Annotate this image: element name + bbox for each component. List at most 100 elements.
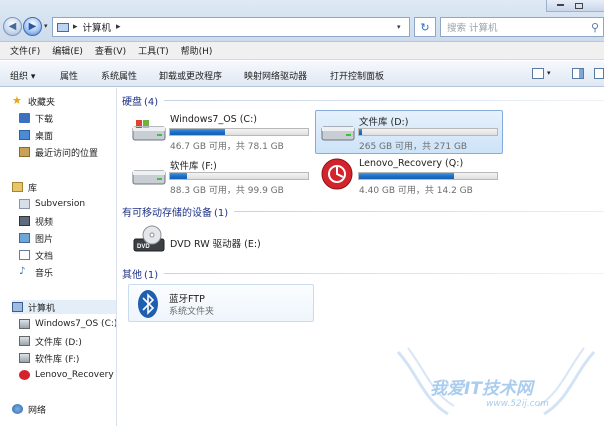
item-name: 蓝牙FTP: [169, 294, 205, 305]
group-header-hard-disks[interactable]: 硬盘 (4): [122, 93, 604, 108]
address-history-dropdown[interactable]: ▾: [397, 23, 401, 31]
group-header-removable[interactable]: 有可移动存储的设备 (1): [122, 204, 604, 219]
nav-computer-label: 计算机: [28, 303, 56, 314]
menu-help[interactable]: 帮助(H): [181, 44, 213, 57]
drive-tile-c[interactable]: Windows7_OS (C:) 46.7 GB 可用，共 78.1 GB: [126, 110, 314, 154]
preview-pane-icon[interactable]: [572, 68, 584, 79]
help-icon[interactable]: [594, 68, 604, 79]
recent-pages-dropdown[interactable]: ▾: [44, 22, 48, 30]
hard-drive-icon: [132, 170, 166, 185]
chevron-right-icon[interactable]: ▸: [73, 22, 78, 32]
view-options-dropdown[interactable]: ▾: [547, 69, 551, 77]
nav-downloads[interactable]: 下载: [19, 111, 53, 125]
library-folder-icon: [19, 199, 30, 209]
organize-button[interactable]: 组织 ▾: [10, 69, 35, 82]
network-icon: [12, 404, 23, 414]
recent-places-icon: [19, 147, 30, 157]
nav-network-label: 网络: [28, 405, 47, 416]
recovery-drive-icon: [19, 370, 30, 380]
nav-drive-c-label: Windows7_OS (C:): [35, 319, 117, 329]
menu-view[interactable]: 查看(V): [95, 44, 126, 57]
map-network-drive-button[interactable]: 映射网络驱动器: [244, 69, 307, 82]
drive-tile-d[interactable]: 文件库 (D:) 265 GB 可用，共 271 GB: [315, 110, 503, 154]
uninstall-program-button[interactable]: 卸载或更改程序: [159, 69, 222, 82]
group-title: 硬盘: [122, 97, 142, 108]
menu-tools[interactable]: 工具(T): [138, 44, 169, 57]
nav-drive-q-label: Lenovo_Recovery (Q:): [35, 370, 116, 380]
nav-recent-places[interactable]: 最近访问的位置: [19, 145, 98, 159]
nav-desktop[interactable]: 桌面: [19, 128, 53, 142]
nav-favorites[interactable]: ★ 收藏夹: [12, 94, 55, 108]
nav-lib-videos[interactable]: 视频: [19, 214, 53, 228]
nav-favorites-label: 收藏夹: [28, 97, 56, 108]
search-placeholder: 搜索 计算机: [447, 23, 498, 34]
change-view-icon[interactable]: [532, 68, 544, 79]
drive-icon: [19, 353, 30, 363]
forward-button[interactable]: ▶: [23, 17, 42, 36]
drive-space-info: 88.3 GB 可用，共 99.9 GB: [170, 186, 284, 196]
drive-name: Lenovo_Recovery (Q:): [359, 158, 464, 169]
refresh-button[interactable]: ↻: [414, 17, 436, 37]
drive-usage-fill: [170, 173, 187, 179]
drive-tile-dvd[interactable]: DVD DVD RW 驱动器 (E:): [126, 222, 314, 258]
nav-lib-documents-label: 文档: [35, 251, 54, 262]
nav-lib-videos-label: 视频: [35, 217, 54, 228]
document-library-icon: [19, 250, 30, 260]
hard-drive-icon: [321, 126, 355, 141]
group-header-other[interactable]: 其他 (1): [122, 266, 604, 281]
maximize-icon[interactable]: [575, 3, 583, 9]
nav-drive-f[interactable]: 软件库 (F:): [19, 351, 79, 365]
menu-edit[interactable]: 编辑(E): [52, 44, 83, 57]
drive-usage-fill: [359, 173, 455, 179]
drive-tile-f[interactable]: 软件库 (F:) 88.3 GB 可用，共 99.9 GB: [126, 154, 314, 198]
svg-text:DVD: DVD: [137, 244, 150, 250]
properties-button[interactable]: 属性: [60, 69, 78, 82]
minimize-icon[interactable]: [557, 4, 564, 6]
refresh-icon: ↻: [420, 20, 430, 34]
group-count: (1): [144, 270, 159, 281]
nav-drive-d[interactable]: 文件库 (D:): [19, 334, 82, 348]
address-bar-region: ◀ ▶ ▾ ▸ 计算机 ▸ ▾ ↻ 搜索 计算机 ⚲: [0, 0, 604, 42]
video-library-icon: [19, 216, 30, 226]
arrow-left-icon: ◀: [8, 21, 17, 32]
drive-space-info: 46.7 GB 可用，共 78.1 GB: [170, 142, 284, 152]
system-properties-button[interactable]: 系统属性: [101, 69, 137, 82]
nav-lib-pictures-label: 图片: [35, 234, 54, 245]
nav-libraries[interactable]: 库: [12, 180, 37, 194]
bluetooth-icon: [138, 290, 158, 318]
search-input[interactable]: 搜索 计算机 ⚲: [440, 17, 604, 37]
nav-network[interactable]: 网络: [12, 402, 46, 416]
breadcrumb-computer[interactable]: 计算机: [83, 20, 112, 34]
nav-desktop-label: 桌面: [35, 131, 54, 142]
star-icon: ★: [12, 94, 22, 107]
drive-icon: [19, 336, 30, 346]
menu-bar: 文件(F) 编辑(E) 查看(V) 工具(T) 帮助(H): [0, 42, 604, 60]
nav-computer[interactable]: 计算机: [12, 300, 116, 314]
drive-name: 文件库 (D:): [359, 117, 409, 128]
address-input[interactable]: ▸ 计算机 ▸: [52, 17, 410, 37]
open-control-panel-button[interactable]: 打开控制面板: [330, 69, 384, 82]
menu-file[interactable]: 文件(F): [10, 44, 40, 57]
group-count: (4): [144, 97, 159, 108]
drive-usage-fill: [170, 129, 226, 135]
back-button[interactable]: ◀: [3, 17, 22, 36]
nav-lib-music[interactable]: ♪ 音乐: [19, 265, 53, 279]
nav-lib-subversion-label: Subversion: [35, 199, 86, 209]
nav-lib-documents[interactable]: 文档: [19, 248, 53, 262]
nav-lib-pictures[interactable]: 图片: [19, 231, 53, 245]
drive-tile-q[interactable]: Lenovo_Recovery (Q:) 4.40 GB 可用，共 14.2 G…: [315, 154, 503, 198]
nav-drive-q[interactable]: Lenovo_Recovery (Q:): [19, 368, 116, 382]
file-list: 硬盘 (4) Windows7_OS (C:) 46.7 GB 可用，共 78.1…: [118, 88, 604, 426]
music-library-icon: ♪: [19, 266, 26, 277]
recovery-drive-icon: [321, 158, 353, 190]
library-icon: [12, 182, 23, 192]
drive-usage-bar: [358, 128, 498, 136]
item-type: 系统文件夹: [169, 307, 215, 317]
nav-drive-c[interactable]: Windows7_OS (C:): [19, 317, 117, 331]
group-title: 其他: [122, 270, 142, 281]
drive-space-info: 265 GB 可用，共 271 GB: [359, 142, 468, 152]
chevron-right-icon[interactable]: ▸: [116, 22, 121, 32]
nav-lib-subversion[interactable]: Subversion: [19, 197, 85, 211]
navigation-pane: ★ 收藏夹 下载 桌面 最近访问的位置 库 Subversion 视频 图片 文…: [0, 88, 117, 426]
bluetooth-ftp-tile[interactable]: 蓝牙FTP 系统文件夹: [128, 284, 314, 322]
